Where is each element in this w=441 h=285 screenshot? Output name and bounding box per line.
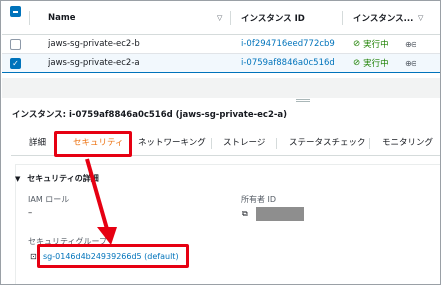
annotation-arrow [85,158,117,245]
ec2-console-screenshot: Name ▽ インスタンス ID インスタンス... ▽ jaws-sg-pri… [0,0,441,285]
